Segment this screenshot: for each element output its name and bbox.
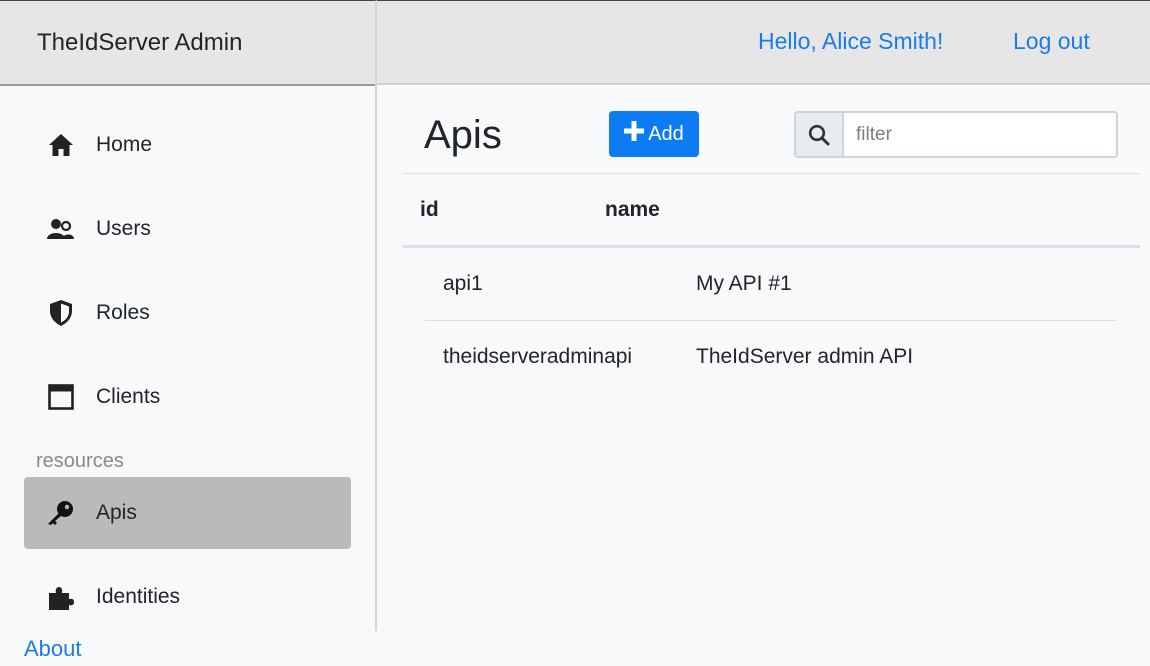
cell-name: My API #1 [696, 272, 792, 295]
table-row[interactable]: theidserveradminapi TheIdServer admin AP… [402, 321, 1140, 394]
column-header-id[interactable]: id [420, 198, 439, 222]
cell-id: api1 [443, 272, 483, 295]
key-icon [46, 498, 76, 528]
sidebar-item-roles[interactable]: Roles [24, 277, 351, 349]
filter-input[interactable] [844, 113, 1116, 156]
cell-id: theidserveradminapi [443, 345, 633, 368]
about-link[interactable]: About [24, 636, 82, 662]
section-label-resources: resources [36, 450, 124, 472]
shield-icon [46, 298, 76, 328]
sidebar: TheIdServer Admin Home Users Roles Clien… [0, 0, 377, 631]
plus-icon [624, 121, 645, 147]
sidebar-item-clients[interactable]: Clients [24, 361, 351, 433]
window-icon [46, 382, 76, 412]
table-header: id name [402, 173, 1140, 248]
sidebar-item-users[interactable]: Users [24, 193, 351, 265]
home-icon [46, 130, 76, 160]
sidebar-item-label: Apis [96, 501, 137, 524]
cell-name: TheIdServer admin API [696, 345, 914, 368]
page-title: Apis [424, 113, 502, 157]
puzzle-icon [46, 582, 76, 612]
add-button[interactable]: Add [609, 111, 699, 157]
sidebar-item-label: Roles [96, 301, 150, 324]
users-icon [46, 214, 76, 244]
logout-link[interactable]: Log out [1013, 28, 1090, 55]
app: TheIdServer Admin Home Users Roles Clien… [0, 0, 1150, 666]
user-greeting-link[interactable]: Hello, Alice Smith! [758, 28, 943, 55]
table-row[interactable]: api1 My API #1 [425, 248, 1117, 321]
sidebar-item-label: Home [96, 133, 153, 156]
sidebar-item-label: Users [96, 217, 151, 240]
search-icon [796, 113, 844, 156]
sidebar-item-label: Clients [96, 385, 161, 408]
sidebar-item-label: Identities [96, 585, 181, 608]
apis-table: id name api1 My API #1 theidserveradmina… [402, 173, 1140, 394]
sidebar-item-apis[interactable]: Apis [24, 477, 351, 549]
brand-title[interactable]: TheIdServer Admin [0, 1, 375, 86]
sidebar-item-home[interactable]: Home [24, 109, 351, 181]
sidebar-item-identities[interactable]: Identities [24, 561, 351, 633]
filter-group [794, 111, 1118, 158]
main-content: Apis Add id name api1 My API [377, 85, 1150, 631]
top-header: Hello, Alice Smith! Log out [377, 0, 1150, 85]
add-button-label: Add [648, 122, 684, 145]
column-header-name[interactable]: name [605, 198, 660, 222]
